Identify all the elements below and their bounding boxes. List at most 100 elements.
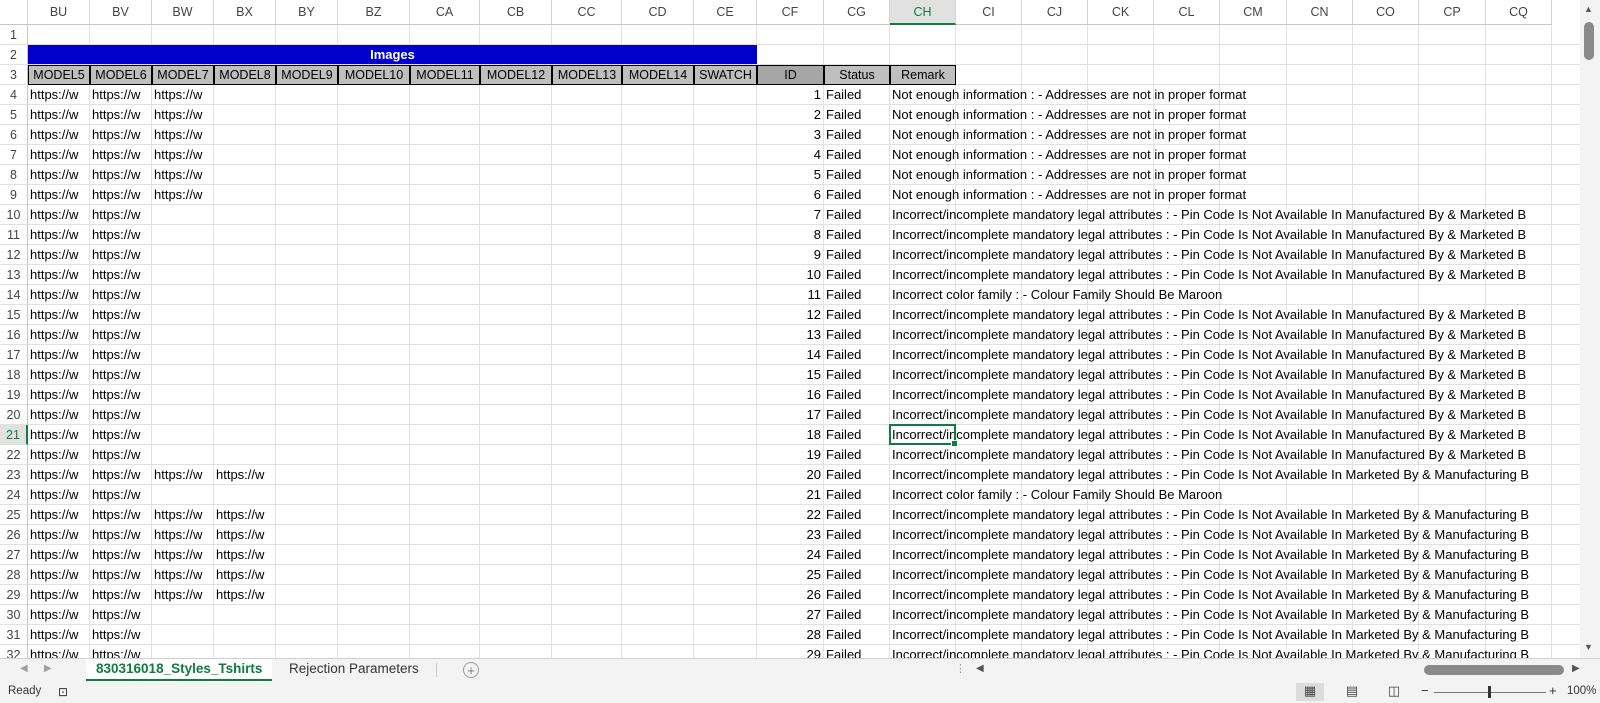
id-cell[interactable]: 11 [757, 285, 824, 305]
remark-cell[interactable]: Incorrect/incomplete mandatory legal att… [890, 565, 1580, 585]
url-cell[interactable]: https://w [28, 265, 90, 285]
images-banner[interactable]: Images [28, 45, 757, 64]
header-cell-model9[interactable]: MODEL9 [276, 65, 338, 85]
remark-cell[interactable]: Not enough information : - Addresses are… [890, 165, 1580, 185]
status-cell[interactable]: Failed [824, 525, 890, 545]
remark-cell[interactable]: Incorrect/incomplete mandatory legal att… [890, 605, 1580, 625]
chevron-right-icon[interactable]: ▶ [44, 663, 52, 674]
column-header-bz[interactable]: BZ [338, 0, 410, 25]
status-cell[interactable]: Failed [824, 225, 890, 245]
remark-cell[interactable]: Incorrect/incomplete mandatory legal att… [890, 305, 1580, 325]
row-header-19[interactable]: 19 [0, 385, 28, 405]
id-cell[interactable]: 12 [757, 305, 824, 325]
url-cell[interactable]: https://w [28, 525, 90, 545]
url-cell[interactable]: https://w [28, 105, 90, 125]
row-header-20[interactable]: 20 [0, 405, 28, 425]
status-cell[interactable]: Failed [824, 145, 890, 165]
remark-cell[interactable]: Not enough information : - Addresses are… [890, 85, 1580, 105]
status-cell[interactable]: Failed [824, 545, 890, 565]
status-cell[interactable]: Failed [824, 405, 890, 425]
sheet-tab-styles-tshirts[interactable]: 830316018_Styles_Tshirts [86, 659, 273, 681]
url-cell[interactable]: https://w [152, 565, 214, 585]
header-cell-model5[interactable]: MODEL5 [28, 65, 90, 85]
url-cell[interactable]: https://w [90, 405, 152, 425]
id-cell[interactable]: 19 [757, 445, 824, 465]
id-cell[interactable]: 27 [757, 605, 824, 625]
chevron-left-icon[interactable]: ◀ [20, 663, 28, 674]
url-cell[interactable]: https://w [90, 445, 152, 465]
remark-cell[interactable]: Incorrect/incomplete mandatory legal att… [890, 345, 1580, 365]
url-cell[interactable]: https://w [90, 245, 152, 265]
row-header-1[interactable]: 1 [0, 25, 28, 45]
status-cell[interactable]: Failed [824, 565, 890, 585]
id-cell[interactable]: 5 [757, 165, 824, 185]
remark-cell[interactable]: Incorrect/incomplete mandatory legal att… [890, 225, 1580, 245]
url-cell[interactable]: https://w [28, 545, 90, 565]
sheet-tab-rejection-parameters[interactable]: Rejection Parameters [279, 659, 429, 681]
row-header-6[interactable]: 6 [0, 125, 28, 145]
id-cell[interactable]: 24 [757, 545, 824, 565]
column-header-bv[interactable]: BV [90, 0, 152, 25]
zoom-out-icon[interactable]: − [1421, 683, 1429, 698]
remark-cell[interactable]: Incorrect/incomplete mandatory legal att… [890, 425, 1580, 445]
header-cell-remark[interactable]: Remark [890, 65, 956, 85]
url-cell[interactable]: https://w [90, 645, 152, 658]
url-cell[interactable]: https://w [90, 85, 152, 105]
page-break-icon[interactable]: ◫ [1380, 683, 1408, 701]
id-cell[interactable]: 29 [757, 645, 824, 658]
column-header-ch[interactable]: CH [890, 0, 956, 25]
remark-cell[interactable]: Incorrect/incomplete mandatory legal att… [890, 545, 1580, 565]
id-cell[interactable]: 10 [757, 265, 824, 285]
url-cell[interactable]: https://w [90, 225, 152, 245]
header-cell-model10[interactable]: MODEL10 [338, 65, 410, 85]
row-header-23[interactable]: 23 [0, 465, 28, 485]
grid-icon[interactable]: ▦ [1296, 683, 1324, 701]
column-header-cg[interactable]: CG [824, 0, 890, 25]
header-cell-id[interactable]: ID [757, 65, 824, 85]
url-cell[interactable]: https://w [90, 545, 152, 565]
row-header-21[interactable]: 21 [0, 425, 28, 445]
status-cell[interactable]: Failed [824, 265, 890, 285]
plus-circle-icon[interactable]: + [463, 662, 479, 678]
url-cell[interactable]: https://w [152, 105, 214, 125]
row-header-7[interactable]: 7 [0, 145, 28, 165]
url-cell[interactable]: https://w [28, 125, 90, 145]
remark-cell[interactable]: Not enough information : - Addresses are… [890, 125, 1580, 145]
vertical-scroll-thumb[interactable] [1584, 22, 1594, 60]
url-cell[interactable]: https://w [28, 165, 90, 185]
url-cell[interactable]: https://w [90, 185, 152, 205]
url-cell[interactable]: https://w [28, 585, 90, 605]
tab-splitter-icon[interactable]: ⋮ [955, 662, 966, 675]
column-header-bw[interactable]: BW [152, 0, 214, 25]
url-cell[interactable]: https://w [152, 145, 214, 165]
remark-cell[interactable]: Incorrect color family : - Colour Family… [890, 485, 1580, 505]
header-cell-status[interactable]: Status [824, 65, 890, 85]
remark-cell[interactable]: Incorrect/incomplete mandatory legal att… [890, 465, 1580, 485]
url-cell[interactable]: https://w [152, 585, 214, 605]
url-cell[interactable]: https://w [28, 465, 90, 485]
status-cell[interactable]: Failed [824, 445, 890, 465]
remark-cell[interactable]: Incorrect/incomplete mandatory legal att… [890, 265, 1580, 285]
row-header-3[interactable]: 3 [0, 65, 28, 85]
url-cell[interactable]: https://w [28, 145, 90, 165]
url-cell[interactable]: https://w [90, 565, 152, 585]
url-cell[interactable]: https://w [214, 465, 276, 485]
row-header-18[interactable]: 18 [0, 365, 28, 385]
status-cell[interactable]: Failed [824, 85, 890, 105]
row-header-31[interactable]: 31 [0, 625, 28, 645]
column-header-cb[interactable]: CB [480, 0, 552, 25]
status-cell[interactable]: Failed [824, 485, 890, 505]
column-header-ce[interactable]: CE [694, 0, 757, 25]
accessibility-icon[interactable]: ⊡ [58, 685, 68, 699]
url-cell[interactable]: https://w [28, 505, 90, 525]
url-cell[interactable]: https://w [152, 465, 214, 485]
url-cell[interactable]: https://w [28, 405, 90, 425]
url-cell[interactable]: https://w [90, 465, 152, 485]
status-cell[interactable]: Failed [824, 325, 890, 345]
status-cell[interactable]: Failed [824, 425, 890, 445]
column-header-cq[interactable]: CQ [1486, 0, 1552, 25]
column-header-ca[interactable]: CA [410, 0, 480, 25]
column-header-cf[interactable]: CF [757, 0, 824, 25]
url-cell[interactable]: https://w [90, 285, 152, 305]
row-header-22[interactable]: 22 [0, 445, 28, 465]
